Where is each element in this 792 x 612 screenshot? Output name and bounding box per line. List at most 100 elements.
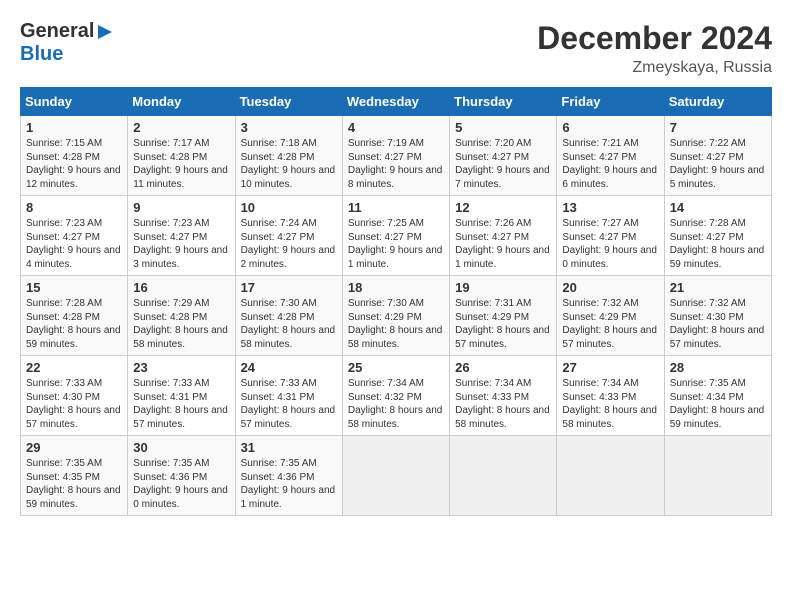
day-cell: 7Sunrise: 7:22 AMSunset: 4:27 PMDaylight… [664, 116, 771, 196]
day-number: 9 [133, 200, 229, 215]
day-info: Sunrise: 7:23 AMSunset: 4:27 PMDaylight:… [26, 217, 122, 271]
day-cell [342, 436, 449, 516]
header-cell-monday: Monday [128, 88, 235, 116]
day-info: Sunrise: 7:23 AMSunset: 4:27 PMDaylight:… [133, 217, 229, 271]
day-cell [450, 436, 557, 516]
day-cell: 2 Sunrise: 7:17 AMSunset: 4:28 PMDaylight… [128, 116, 235, 196]
day-cell: 1 Sunrise: 7:15 AMSunset: 4:28 PMDaylight… [21, 116, 128, 196]
day-info: Sunrise: 7:19 AMSunset: 4:27 PMDaylight:… [348, 137, 444, 191]
day-cell: 17 Sunrise: 7:30 AMSunset: 4:28 PMDayligh… [235, 276, 342, 356]
day-cell: 27 Sunrise: 7:34 AMSunset: 4:33 PMDayligh… [557, 356, 664, 436]
day-cell: 9 Sunrise: 7:23 AMSunset: 4:27 PMDaylight… [128, 196, 235, 276]
day-info: Sunrise: 7:18 AMSunset: 4:28 PMDaylight:… [241, 137, 337, 191]
day-number: 2 [133, 120, 229, 135]
day-info: Sunrise: 7:25 AMSunset: 4:27 PMDaylight:… [348, 217, 444, 271]
day-number: 31 [241, 440, 337, 455]
month-title: December 2024 [537, 20, 772, 57]
day-number: 1 [26, 120, 122, 135]
day-info: Sunrise: 7:29 AMSunset: 4:28 PMDaylight:… [133, 297, 229, 351]
header-cell-sunday: Sunday [21, 88, 128, 116]
day-cell: 11 Sunrise: 7:25 AMSunset: 4:27 PMDayligh… [342, 196, 449, 276]
page-header: General Blue December 2024 Zmeyskaya, Ru… [20, 20, 772, 77]
day-info: Sunrise: 7:35 AMSunset: 4:34 PMDaylight:… [670, 377, 766, 431]
day-cell [557, 436, 664, 516]
logo-general: General [20, 20, 94, 43]
calendar-header: SundayMondayTuesdayWednesdayThursdayFrid… [21, 88, 772, 116]
day-cell: 16Sunrise: 7:29 AMSunset: 4:28 PMDayligh… [128, 276, 235, 356]
day-info: Sunrise: 7:32 AMSunset: 4:29 PMDaylight:… [562, 297, 658, 351]
day-number: 15 [26, 280, 122, 295]
logo-arrow-icon [96, 23, 114, 41]
day-number: 27 [562, 360, 658, 375]
calendar-body: 1 Sunrise: 7:15 AMSunset: 4:28 PMDaylight… [21, 116, 772, 516]
day-number: 13 [562, 200, 658, 215]
day-info: Sunrise: 7:34 AMSunset: 4:33 PMDaylight:… [562, 377, 658, 431]
day-info: Sunrise: 7:35 AMSunset: 4:36 PMDaylight:… [241, 457, 337, 511]
week-row-1: 8 Sunrise: 7:23 AMSunset: 4:27 PMDaylight… [21, 196, 772, 276]
day-info: Sunrise: 7:34 AMSunset: 4:32 PMDaylight:… [348, 377, 444, 431]
day-number: 17 [241, 280, 337, 295]
day-info: Sunrise: 7:32 AMSunset: 4:30 PMDaylight:… [670, 297, 766, 351]
week-row-3: 22Sunrise: 7:33 AMSunset: 4:30 PMDayligh… [21, 356, 772, 436]
day-cell: 30Sunrise: 7:35 AMSunset: 4:36 PMDayligh… [128, 436, 235, 516]
day-number: 21 [670, 280, 766, 295]
day-info: Sunrise: 7:22 AMSunset: 4:27 PMDaylight:… [670, 137, 766, 191]
header-cell-thursday: Thursday [450, 88, 557, 116]
day-cell: 23 Sunrise: 7:33 AMSunset: 4:31 PMDayligh… [128, 356, 235, 436]
day-number: 19 [455, 280, 551, 295]
day-cell: 26 Sunrise: 7:34 AMSunset: 4:33 PMDayligh… [450, 356, 557, 436]
day-cell: 29Sunrise: 7:35 AMSunset: 4:35 PMDayligh… [21, 436, 128, 516]
day-cell: 28 Sunrise: 7:35 AMSunset: 4:34 PMDayligh… [664, 356, 771, 436]
day-info: Sunrise: 7:15 AMSunset: 4:28 PMDaylight:… [26, 137, 122, 191]
day-number: 4 [348, 120, 444, 135]
day-cell: 25 Sunrise: 7:34 AMSunset: 4:32 PMDayligh… [342, 356, 449, 436]
header-row: SundayMondayTuesdayWednesdayThursdayFrid… [21, 88, 772, 116]
day-number: 28 [670, 360, 766, 375]
day-info: Sunrise: 7:28 AMSunset: 4:27 PMDaylight:… [670, 217, 766, 271]
day-number: 8 [26, 200, 122, 215]
day-number: 26 [455, 360, 551, 375]
day-cell: 5Sunrise: 7:20 AMSunset: 4:27 PMDaylight… [450, 116, 557, 196]
week-row-2: 15Sunrise: 7:28 AMSunset: 4:28 PMDayligh… [21, 276, 772, 356]
day-number: 14 [670, 200, 766, 215]
day-cell: 8 Sunrise: 7:23 AMSunset: 4:27 PMDaylight… [21, 196, 128, 276]
day-info: Sunrise: 7:33 AMSunset: 4:31 PMDaylight:… [241, 377, 337, 431]
day-number: 6 [562, 120, 658, 135]
day-cell: 3Sunrise: 7:18 AMSunset: 4:28 PMDaylight… [235, 116, 342, 196]
week-row-4: 29Sunrise: 7:35 AMSunset: 4:35 PMDayligh… [21, 436, 772, 516]
day-cell: 6 Sunrise: 7:21 AMSunset: 4:27 PMDaylight… [557, 116, 664, 196]
day-number: 25 [348, 360, 444, 375]
day-number: 29 [26, 440, 122, 455]
day-info: Sunrise: 7:27 AMSunset: 4:27 PMDaylight:… [562, 217, 658, 271]
day-number: 18 [348, 280, 444, 295]
day-number: 11 [348, 200, 444, 215]
day-number: 30 [133, 440, 229, 455]
day-cell: 10Sunrise: 7:24 AMSunset: 4:27 PMDayligh… [235, 196, 342, 276]
day-info: Sunrise: 7:31 AMSunset: 4:29 PMDaylight:… [455, 297, 551, 351]
day-info: Sunrise: 7:34 AMSunset: 4:33 PMDaylight:… [455, 377, 551, 431]
day-info: Sunrise: 7:24 AMSunset: 4:27 PMDaylight:… [241, 217, 337, 271]
day-number: 5 [455, 120, 551, 135]
day-cell: 20 Sunrise: 7:32 AMSunset: 4:29 PMDayligh… [557, 276, 664, 356]
header-cell-friday: Friday [557, 88, 664, 116]
header-cell-tuesday: Tuesday [235, 88, 342, 116]
day-number: 20 [562, 280, 658, 295]
day-number: 24 [241, 360, 337, 375]
location-subtitle: Zmeyskaya, Russia [537, 59, 772, 77]
logo-blue: Blue [20, 43, 63, 65]
day-info: Sunrise: 7:30 AMSunset: 4:28 PMDaylight:… [241, 297, 337, 351]
day-cell: 13 Sunrise: 7:27 AMSunset: 4:27 PMDayligh… [557, 196, 664, 276]
week-row-0: 1 Sunrise: 7:15 AMSunset: 4:28 PMDaylight… [21, 116, 772, 196]
header-cell-wednesday: Wednesday [342, 88, 449, 116]
day-cell: 31 Sunrise: 7:35 AMSunset: 4:36 PMDayligh… [235, 436, 342, 516]
day-number: 22 [26, 360, 122, 375]
day-number: 23 [133, 360, 229, 375]
day-info: Sunrise: 7:21 AMSunset: 4:27 PMDaylight:… [562, 137, 658, 191]
title-area: December 2024 Zmeyskaya, Russia [537, 20, 772, 77]
day-cell [664, 436, 771, 516]
day-cell: 12Sunrise: 7:26 AMSunset: 4:27 PMDayligh… [450, 196, 557, 276]
day-info: Sunrise: 7:17 AMSunset: 4:28 PMDaylight:… [133, 137, 229, 191]
day-cell: 19 Sunrise: 7:31 AMSunset: 4:29 PMDayligh… [450, 276, 557, 356]
day-cell: 4 Sunrise: 7:19 AMSunset: 4:27 PMDaylight… [342, 116, 449, 196]
day-info: Sunrise: 7:33 AMSunset: 4:31 PMDaylight:… [133, 377, 229, 431]
